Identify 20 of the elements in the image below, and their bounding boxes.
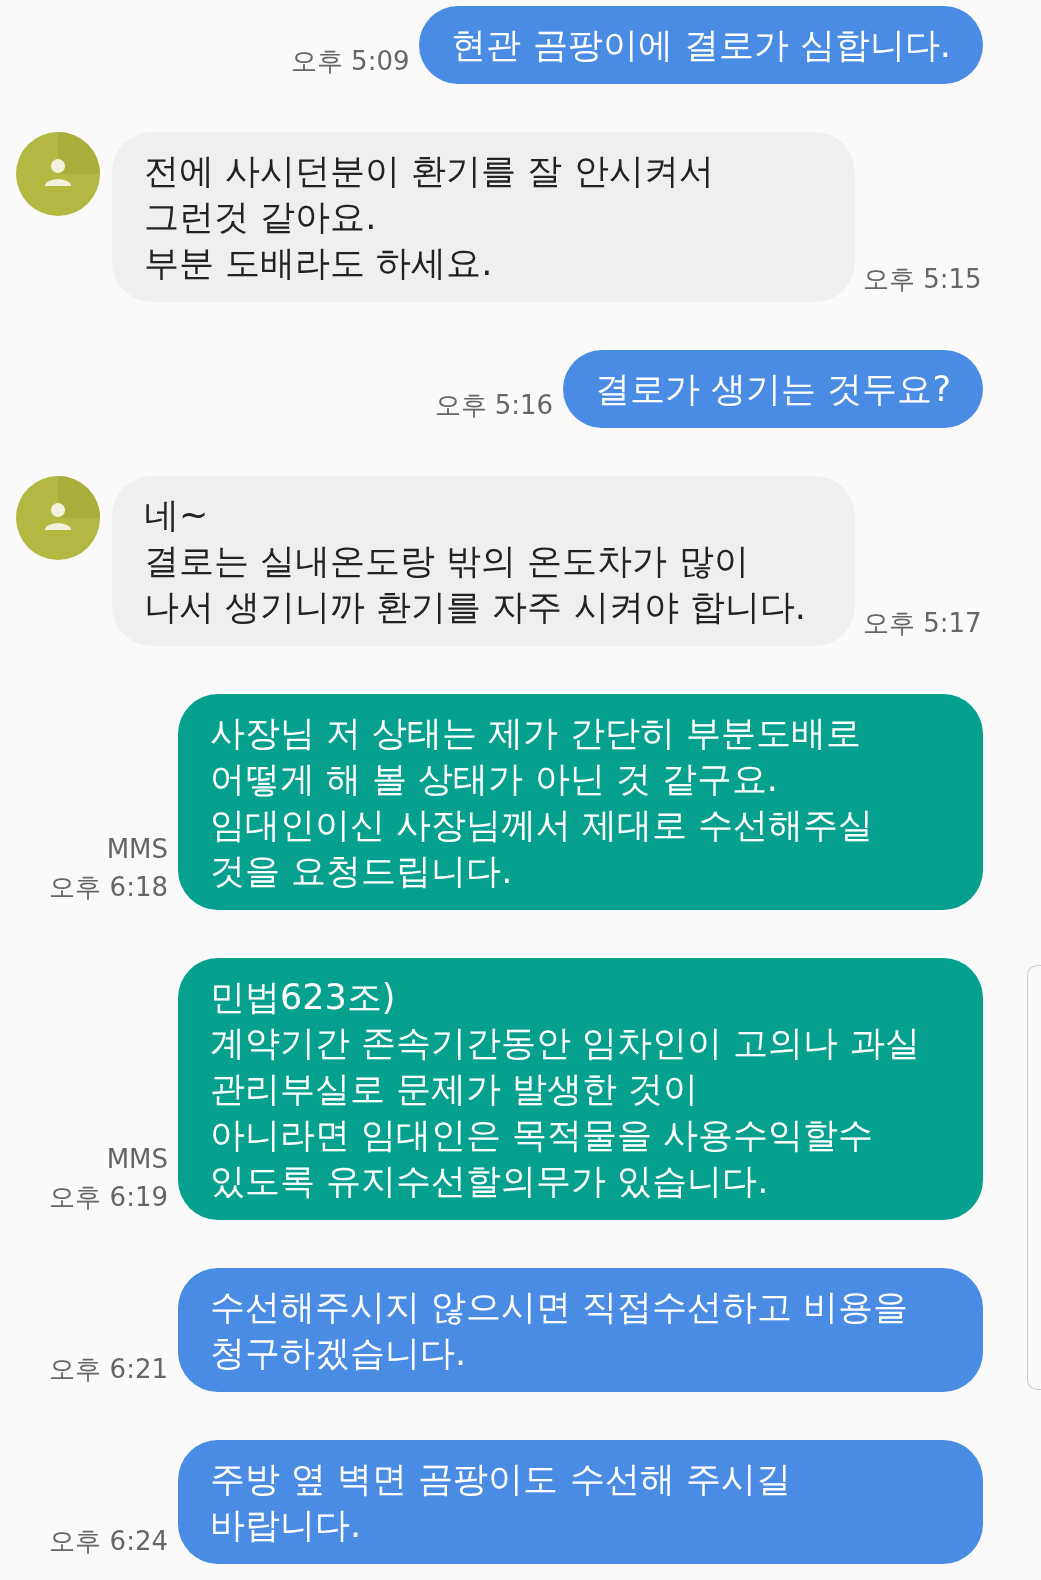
timestamp: 오후 5:16 [434,389,554,422]
message-text: 전에 사시던분이 환기를 잘 안시켜서 그런것 같아요. 부분 도배라도 하세요. [144,150,715,285]
message-text: 수선해주시지 않으시면 직접수선하고 비용을 청구하겠습니다. [210,1286,910,1375]
timestamp: 오후 6:18 [49,871,168,904]
timestamp: 오후 6:19 [49,1181,168,1214]
message-text: 현관 곰팡이에 결로가 심합니다. [451,24,951,67]
message-text: 사장님 저 상태는 제가 간단히 부분도배로 어떻게 해 볼 상태가 아닌 것 같구요. 임대인이신 사장님께서 제대로 수선해주실 것을 요청드립니다. [210,712,875,893]
mms-label: MMS [106,1143,168,1176]
timestamp: 오후 5:09 [290,45,410,78]
avatar-icon [16,476,100,560]
timestamp: 오후 5:15 [863,263,982,296]
message-text: 결로가 생기는 것두요? [595,368,951,411]
message-text: 주방 옆 벽면 곰팡이도 수선해 주시길 바랍니다. [210,1458,792,1547]
timestamp: 오후 5:17 [863,607,982,640]
avatar-icon [16,132,100,216]
timestamp: 오후 6:24 [49,1525,168,1558]
message-text: 민법623조) 계약기간 존속기간동안 임차인이 고의나 과실 관리부실로 문제가 발생한 것이 아니라면 임대인은 목적물을 사용수익할수 있도록 유지수선할의무가 있습니다. [210,976,921,1203]
timestamp: 오후 6:21 [49,1353,168,1386]
message-text: 네~ 결로는 실내온도랑 밖의 온도차가 많이 나서 생기니까 환기를 자주 시켜야 합니다. [144,494,807,629]
mms-label: MMS [106,833,168,866]
